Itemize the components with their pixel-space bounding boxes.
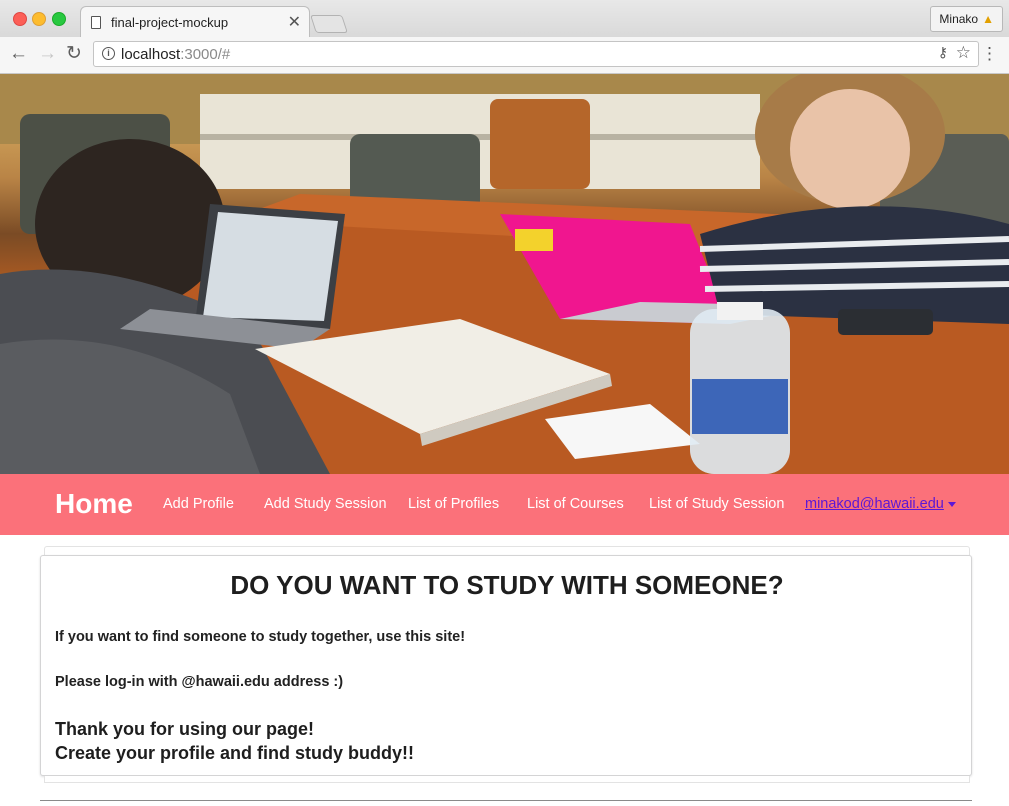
url-path: :3000/#: [180, 46, 231, 63]
profile-name: Minako: [939, 12, 979, 26]
hero-image: [0, 74, 1009, 474]
browser-toolbar: ← → ↻ i localhost:3000/# ⚷ ☆ ⋮: [0, 37, 1009, 74]
nav-add-profile[interactable]: Add Profile: [163, 496, 234, 512]
page-headline: DO YOU WANT TO STUDY WITH SOMEONE?: [230, 570, 784, 600]
close-window-button[interactable]: [13, 12, 27, 26]
nav-list-of-courses[interactable]: List of Courses: [527, 496, 624, 512]
browser-tab[interactable]: final-project-mockup ✕: [80, 6, 310, 38]
nav-add-study-session[interactable]: Add Study Session: [264, 496, 387, 512]
address-bar[interactable]: i localhost:3000/# ⚷ ☆: [93, 41, 979, 67]
minimize-window-button[interactable]: [32, 12, 46, 26]
user-dropdown[interactable]: minakod@hawaii.edu: [805, 496, 956, 512]
document-icon: [91, 16, 101, 29]
welcome-card: DO YOU WANT TO STUDY WITH SOMEONE? If yo…: [40, 555, 972, 776]
browser-menu-icon[interactable]: ⋮: [981, 45, 998, 63]
url-host: localhost: [121, 46, 181, 63]
divider: [40, 800, 972, 801]
back-arrow-icon[interactable]: ←: [9, 43, 28, 65]
warning-icon: ▲: [982, 12, 994, 26]
card-stack-bottom: [44, 776, 970, 783]
tab-title: final-project-mockup: [111, 15, 229, 30]
new-tab-button[interactable]: [310, 15, 348, 33]
thanks-line-2: Create your profile and find study buddy…: [55, 743, 415, 763]
nav-list-of-profiles[interactable]: List of Profiles: [408, 496, 499, 512]
reload-icon[interactable]: ↻: [66, 43, 82, 65]
login-note: Please log-in with @hawaii.edu address :…: [55, 674, 344, 690]
hero-illustration: [0, 74, 1009, 474]
site-navbar: Home Add Profile Add Study Session List …: [0, 474, 1009, 535]
thanks-line-1: Thank you for using our page!: [55, 719, 315, 739]
maximize-window-button[interactable]: [52, 12, 66, 26]
key-icon[interactable]: ⚷: [938, 44, 948, 61]
profile-button[interactable]: Minako ▲: [930, 6, 1003, 32]
bookmark-star-icon[interactable]: ☆: [956, 43, 971, 63]
intro-text: If you want to find someone to study tog…: [55, 629, 466, 645]
forward-arrow-icon[interactable]: →: [38, 43, 57, 65]
close-tab-icon[interactable]: ✕: [288, 12, 301, 32]
nav-home-link[interactable]: Home: [55, 488, 133, 520]
thanks-message: Thank you for using our page! Create you…: [55, 717, 414, 765]
info-icon[interactable]: i: [102, 47, 115, 60]
nav-list-of-study-session[interactable]: List of Study Session: [649, 496, 784, 512]
user-email: minakod@hawaii.edu: [805, 496, 944, 512]
caret-down-icon: [947, 501, 956, 507]
url-text[interactable]: localhost:3000/#: [121, 46, 230, 63]
browser-titlebar: final-project-mockup ✕ Minako ▲: [0, 0, 1009, 38]
